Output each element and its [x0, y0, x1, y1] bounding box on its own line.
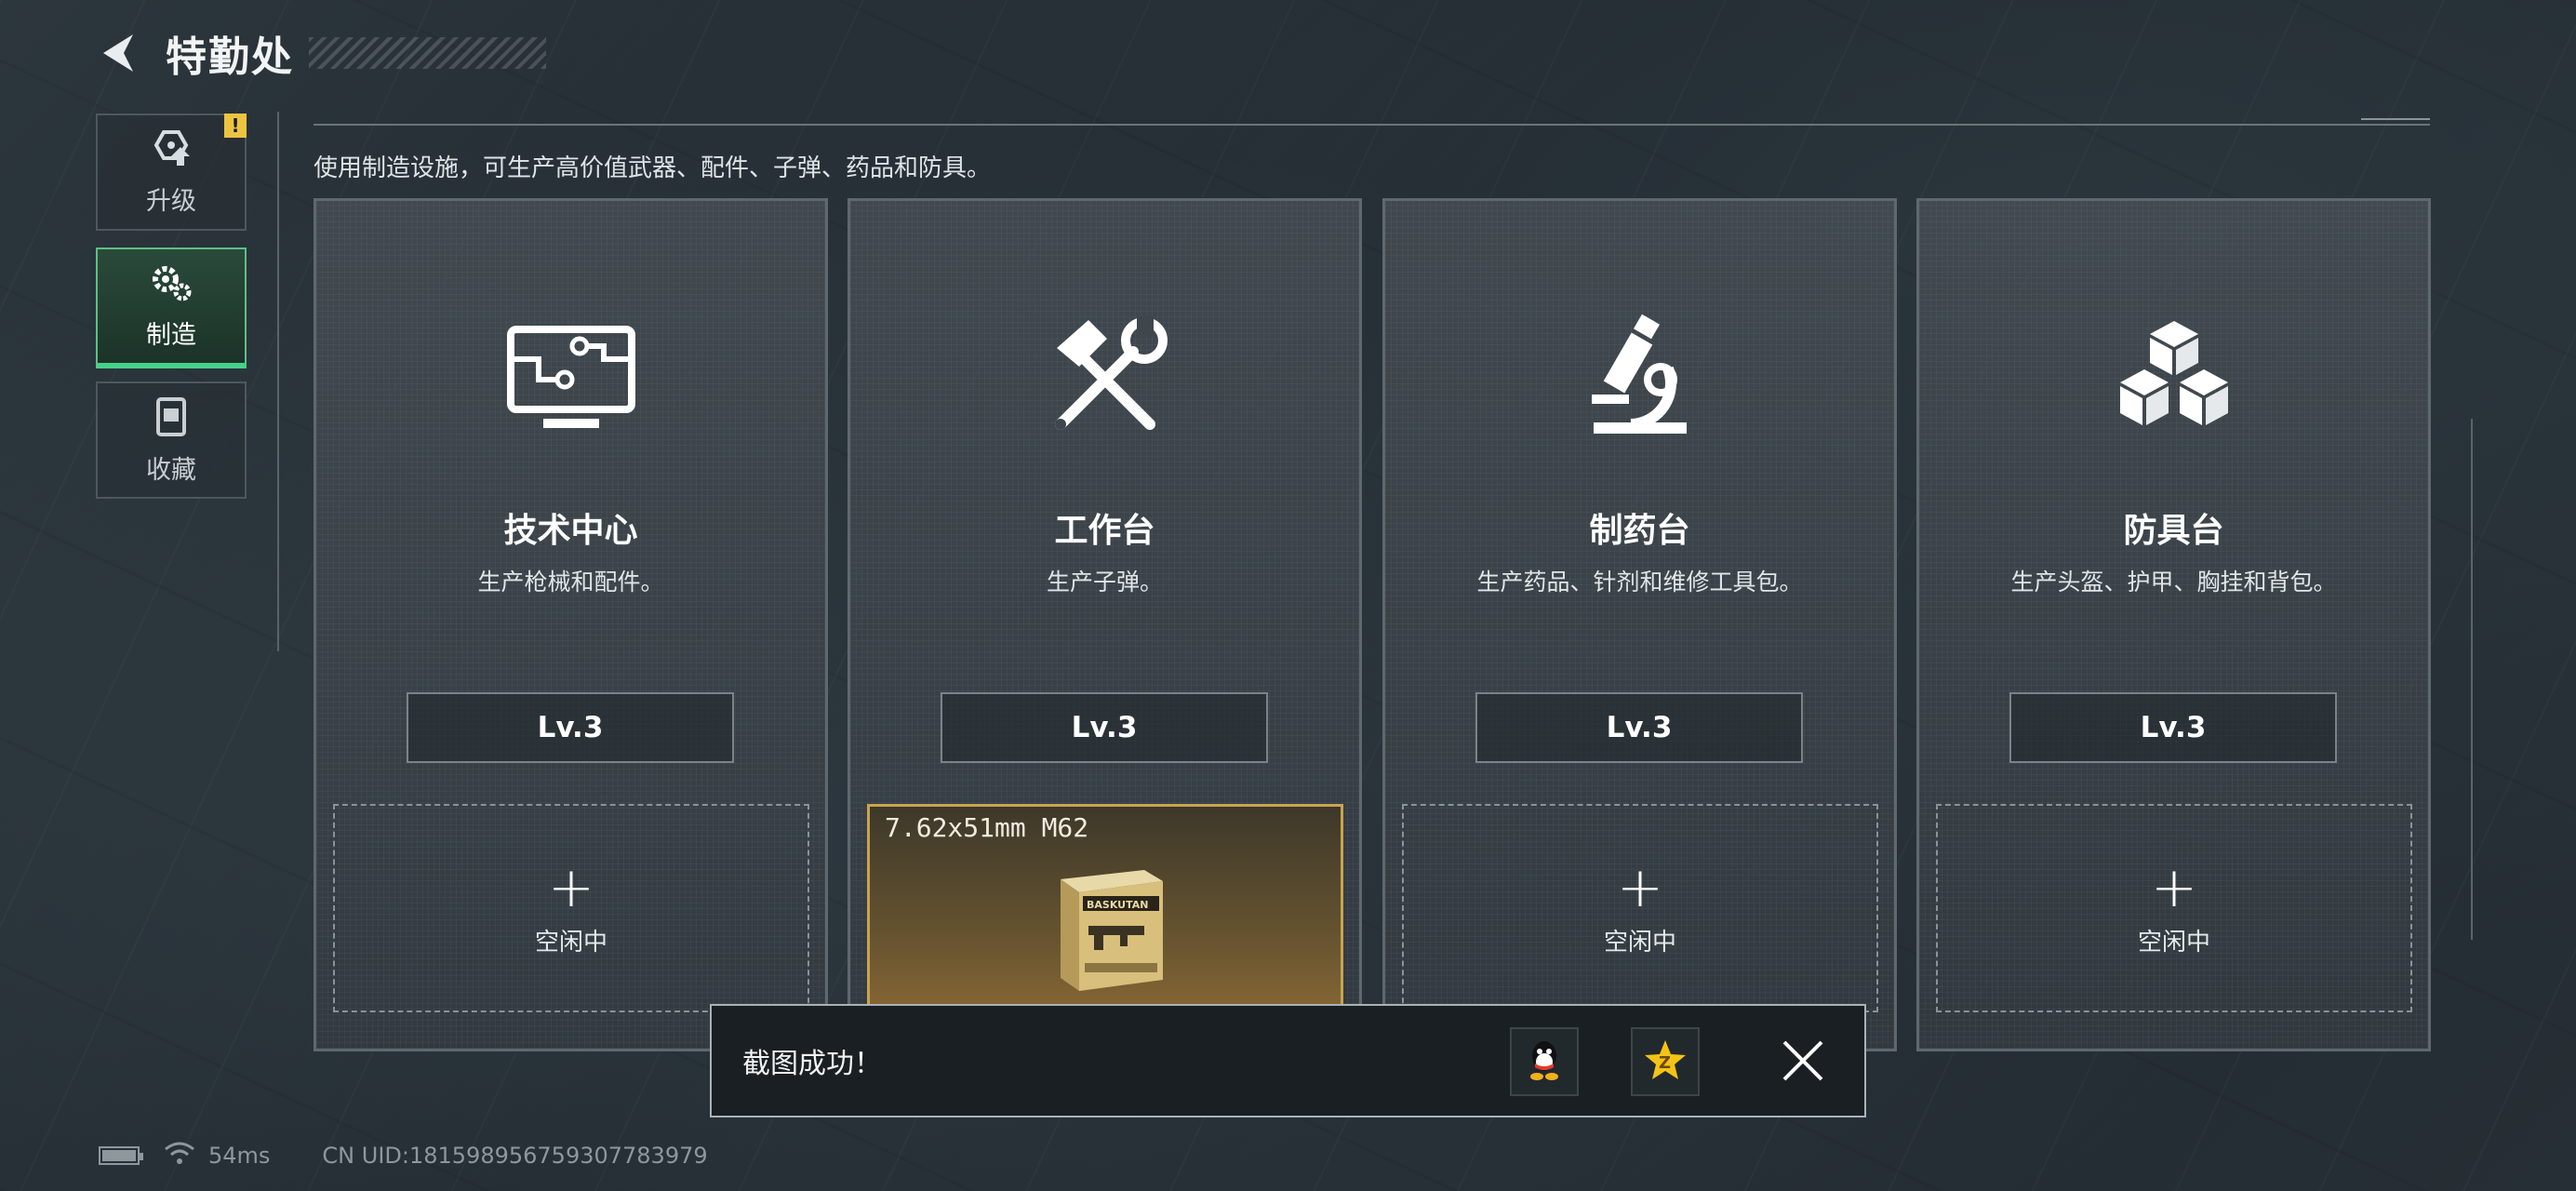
wifi-icon: [164, 1140, 195, 1171]
station-level: Lv.3: [941, 692, 1268, 763]
microscope-icon: [1570, 313, 1710, 443]
sidebar-item-collection[interactable]: 收藏: [96, 381, 247, 499]
right-guide-line: [2471, 419, 2473, 940]
sidebar-item-label: 收藏: [146, 455, 196, 485]
sidebar-item-upgrade[interactable]: ! 升级: [96, 114, 247, 231]
sidebar-item-label: 制造: [146, 320, 196, 350]
station-description: 生产枪械和配件。: [477, 569, 664, 596]
sidebar-item-label: 升级: [146, 186, 196, 216]
cubes-icon: [2104, 313, 2244, 443]
slot-status: 空闲中: [1603, 928, 1676, 957]
screenshot-toast: 截图成功！ Z: [710, 1004, 1866, 1117]
station-description: 生产子弹。: [1046, 569, 1163, 596]
battery-icon: [99, 1146, 143, 1165]
user-uid: CN UID:1815989567593077839​79: [322, 1143, 708, 1169]
title-stripes: [309, 37, 546, 69]
close-icon[interactable]: [1773, 1031, 1833, 1091]
craft-slot-empty[interactable]: + 空闲中: [1936, 804, 2412, 1012]
qzone-icon: Z: [1643, 1038, 1688, 1085]
station-name: 防具台: [2123, 512, 2224, 550]
top-divider: [314, 124, 2430, 126]
station-level: Lv.3: [1475, 692, 1803, 763]
back-arrow-icon[interactable]: [93, 27, 145, 79]
station-card-tech-center[interactable]: 技术中心 生产枪械和配件。 Lv.3 + 空闲中: [314, 198, 828, 1051]
plus-icon: +: [2150, 854, 2198, 920]
station-name: 工作台: [1054, 512, 1155, 550]
station-card-pharmacy[interactable]: 制药台 生产药品、针剂和维修工具包。 Lv.3 + 空闲中: [1382, 198, 1897, 1051]
plus-icon: +: [547, 854, 595, 920]
station-name: 技术中心: [503, 512, 638, 550]
page-header: 特勤处: [93, 20, 546, 86]
left-guide-line: [277, 112, 279, 651]
page-description: 使用制造设施，可生产高价值武器、配件、子弹、药品和防具。: [314, 154, 992, 182]
status-bar: 54ms CN UID:1815989567593077839​79: [99, 1139, 708, 1172]
craft-slot-in-progress[interactable]: 7.62x51mm M62 BASKUTAN: [867, 804, 1343, 1012]
plus-icon: +: [1616, 854, 1664, 920]
box-brand-text: BASKUTAN: [1087, 899, 1148, 911]
station-level: Lv.3: [2009, 692, 2337, 763]
station-name: 制药台: [1589, 512, 1690, 550]
station-level: Lv.3: [407, 692, 734, 763]
svg-text:Z: Z: [1659, 1053, 1671, 1073]
ammo-box-image: BASKUTAN: [1051, 861, 1172, 1000]
craft-slot-empty[interactable]: + 空闲中: [333, 804, 809, 1012]
qq-icon: [1524, 1037, 1565, 1086]
right-guide-tick: [2361, 118, 2430, 120]
ping-value: 54ms: [208, 1143, 271, 1169]
warning-badge: !: [224, 114, 247, 138]
crafting-item-name: 7.62x51mm M62: [885, 812, 1089, 843]
sidebar-item-craft[interactable]: 制造: [96, 248, 247, 368]
page-title: 特勤处: [166, 33, 294, 81]
station-card-workbench[interactable]: 工作台 生产子弹。 Lv.3 7.62x51mm M62 BASKUTAN: [848, 198, 1362, 1051]
station-description: 生产药品、针剂和维修工具包。: [1476, 569, 1803, 596]
share-qzone-button[interactable]: Z: [1631, 1027, 1700, 1096]
hammer-wrench-icon: [1035, 313, 1175, 443]
toast-message: 截图成功！: [742, 1048, 882, 1080]
station-description: 生产头盔、护甲、胸挂和背包。: [2010, 569, 2337, 596]
share-qq-button[interactable]: [1510, 1027, 1579, 1096]
collection-icon: [153, 395, 190, 442]
slot-status: 空闲中: [534, 928, 607, 957]
station-card-armor[interactable]: 防具台 生产头盔、护甲、胸挂和背包。 Lv.3 + 空闲中: [1916, 198, 2431, 1051]
craft-slot-empty[interactable]: + 空闲中: [1402, 804, 1878, 1012]
upgrade-icon: [149, 128, 194, 173]
slot-status: 空闲中: [2137, 928, 2210, 957]
gears-icon: [149, 262, 194, 307]
monitor-circuit-icon: [501, 313, 641, 443]
